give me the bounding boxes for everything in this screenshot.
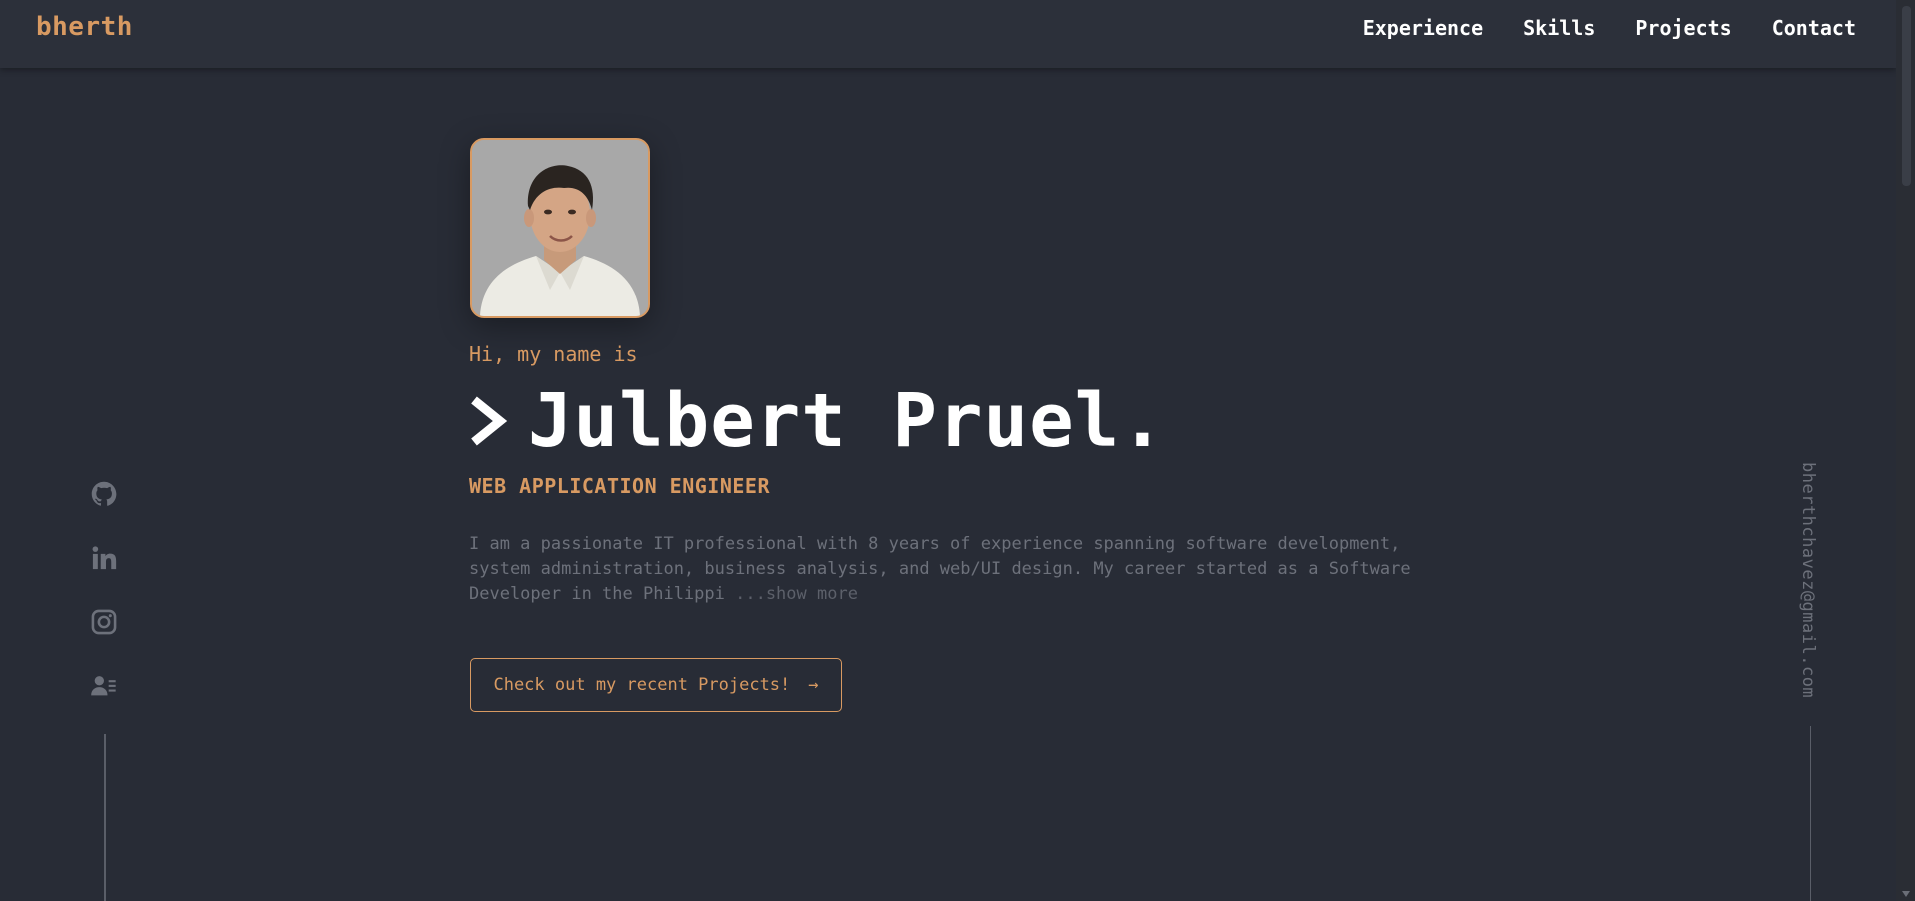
cta-label: Check out my recent Projects! [493,675,791,695]
hero-name: Julbert Pruel. [528,378,1166,464]
nav-experience[interactable]: Experience [1363,16,1483,40]
github-icon[interactable] [90,480,118,508]
nav-contact[interactable]: Contact [1772,16,1856,40]
hero-heading: Julbert Pruel. [466,378,1166,464]
instagram-icon[interactable] [90,608,118,636]
profile-photo [470,138,650,318]
scrollbar[interactable] [1896,0,1915,901]
nav-projects[interactable]: Projects [1635,16,1731,40]
bio-text: I am a passionate IT professional with 8… [469,534,1411,604]
show-more-link[interactable]: ...show more [725,584,858,604]
bio-paragraph: I am a passionate IT professional with 8… [469,532,1429,607]
right-vertical-line [1810,726,1811,901]
email-link[interactable]: bherthchavez@gmail.com [1798,462,1818,698]
site-logo[interactable]: bherth [36,12,133,42]
arrow-right-icon: → [808,675,819,695]
nav-skills[interactable]: Skills [1523,16,1595,40]
left-vertical-line [104,734,106,901]
resume-icon[interactable] [90,672,118,700]
scrollbar-thumb[interactable] [1902,6,1911,186]
scroll-down-arrow[interactable] [1902,891,1910,897]
linkedin-icon[interactable] [90,544,118,572]
projects-cta-button[interactable]: Check out my recent Projects! → [470,658,842,712]
chevron-right-icon [471,396,508,446]
main-nav: Experience Skills Projects Contact [1363,16,1856,40]
top-navbar: bherth Experience Skills Projects Contac… [0,0,1896,68]
job-title: WEB APPLICATION ENGINEER [469,474,770,498]
greeting-text: Hi, my name is [469,342,638,366]
social-links [90,480,118,700]
